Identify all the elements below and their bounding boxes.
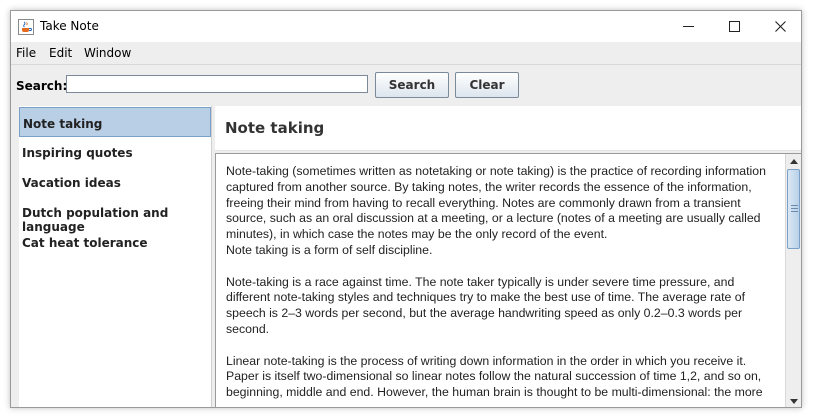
java-coffee-icon [18,19,34,35]
notes-list: Note taking Inspiring quotes Vacation id… [19,106,212,407]
minimize-icon [682,26,694,27]
close-button[interactable] [757,11,801,42]
scroll-up-button[interactable] [786,154,801,168]
close-icon [774,21,786,32]
note-item-cat-heat-tolerance[interactable]: Cat heat tolerance [19,227,211,257]
note-body[interactable]: Note-taking (sometimes written as noteta… [226,164,782,407]
grip-line [791,208,798,209]
app-window: Take Note File Edit Window Search: Searc… [10,10,802,408]
scroll-down-button[interactable] [786,394,801,407]
note-header: Note taking [215,106,801,151]
search-label: Search: [16,79,68,93]
maximize-icon [728,21,740,32]
minimize-button[interactable] [665,11,711,42]
note-paragraph: Note-taking (sometimes written as noteta… [226,164,766,257]
note-item-dutch-population[interactable]: Dutch population and language [19,197,211,234]
grip-line [791,211,798,212]
note-text-area[interactable]: Note-taking (sometimes written as noteta… [215,153,801,407]
window-title: Take Note [40,19,99,33]
maximize-button[interactable] [711,11,757,42]
menu-file[interactable]: File [16,46,36,60]
vertical-scrollbar[interactable] [785,154,801,407]
note-item-note-taking[interactable]: Note taking [19,107,211,137]
clear-button[interactable]: Clear [455,72,519,98]
menu-bar: File Edit Window [11,42,801,64]
menu-edit[interactable]: Edit [49,46,72,60]
arrow-up-icon [789,158,798,164]
scroll-thumb[interactable] [787,169,800,249]
note-paragraph: Linear note-taking is the process of wri… [226,353,763,400]
note-item-inspiring-quotes[interactable]: Inspiring quotes [19,137,211,167]
note-title: Note taking [225,119,325,137]
search-input[interactable] [66,75,368,93]
menu-window[interactable]: Window [84,46,131,60]
note-paragraph: Note-taking is a race against time. The … [226,274,746,336]
grip-line [791,205,798,206]
search-button[interactable]: Search [375,72,449,98]
arrow-down-icon [789,398,798,404]
search-bar: Search: Search Clear [11,64,801,106]
title-bar[interactable]: Take Note [11,11,801,42]
note-item-vacation-ideas[interactable]: Vacation ideas [19,167,211,197]
